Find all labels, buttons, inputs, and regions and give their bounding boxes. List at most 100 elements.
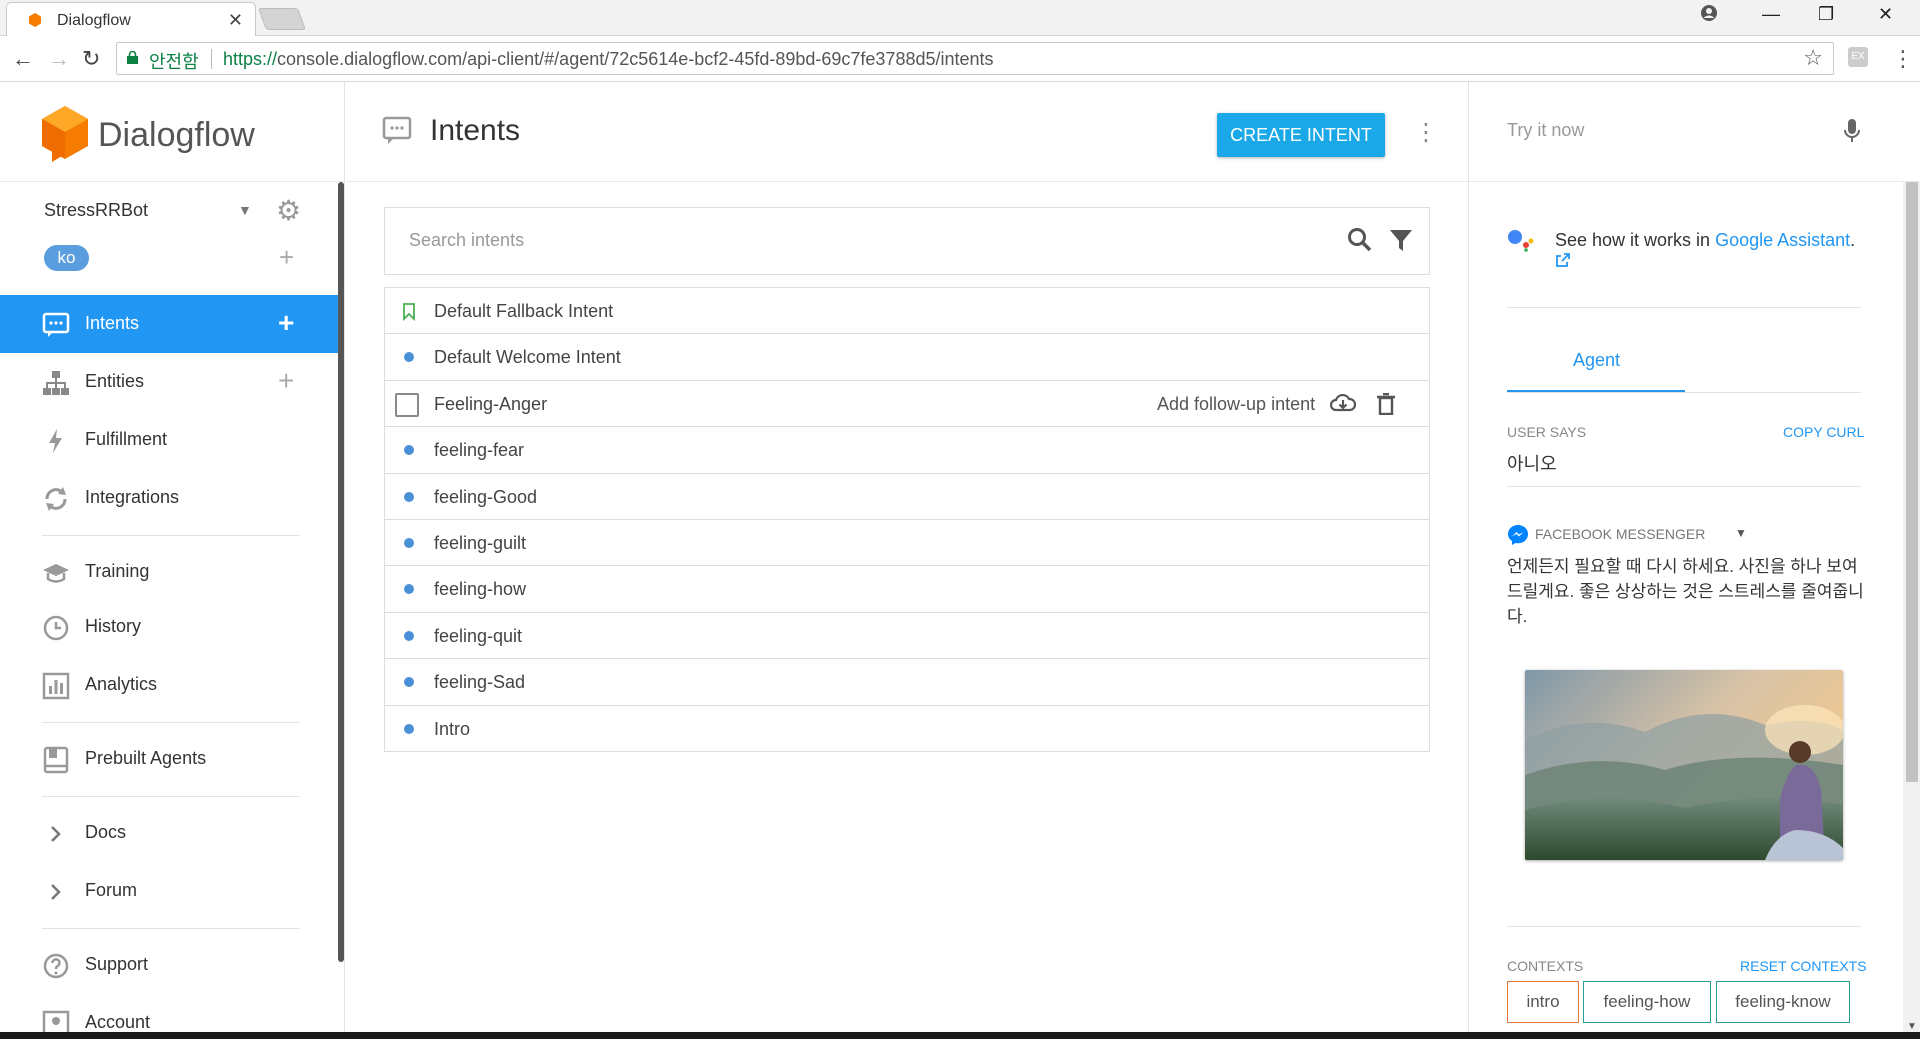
minimize-icon[interactable]: — (1762, 4, 1780, 25)
search-input[interactable] (409, 230, 1309, 251)
scrollbar-thumb[interactable] (1906, 182, 1918, 782)
scroll-down-icon[interactable]: ▼ (1907, 1021, 1917, 1032)
intent-row[interactable]: Intro (385, 705, 1429, 752)
brand-name: Dialogflow (98, 116, 255, 154)
more-options-icon[interactable]: ⋮ (1414, 118, 1438, 147)
agent-dropdown-icon[interactable]: ▼ (238, 202, 252, 218)
new-tab-button[interactable] (257, 8, 307, 30)
sidebar-scrollbar[interactable] (338, 182, 344, 962)
bookmark-star-icon[interactable]: ☆ (1803, 45, 1823, 71)
browser-menu-icon[interactable]: ⋮ (1892, 46, 1914, 72)
sidebar-item-label: Prebuilt Agents (85, 748, 207, 768)
intent-dot (404, 630, 414, 641)
try-it-input[interactable] (1507, 120, 1807, 141)
tab-title: Dialogflow (57, 12, 131, 29)
external-link-icon[interactable] (1555, 252, 1571, 273)
sidebar-item-label: Training (85, 561, 150, 581)
intent-row[interactable]: Default Fallback Intent (385, 288, 1429, 335)
context-chip[interactable]: intro (1507, 981, 1579, 1023)
intent-row[interactable]: feeling-Good (385, 473, 1429, 520)
sidebar-item-account[interactable]: Account (0, 994, 338, 1032)
google-assistant-promo: See how it works in Google Assistant. (1555, 228, 1865, 252)
context-chip[interactable]: feeling-know (1716, 981, 1850, 1023)
lock-icon (127, 51, 138, 64)
user-says-value: 아니오 (1507, 454, 1557, 474)
sidebar-item-entities[interactable]: Entities + (0, 353, 338, 411)
sidebar-item-intents[interactable]: Intents + (0, 295, 338, 353)
intent-checkbox[interactable] (395, 392, 419, 417)
agent-name[interactable]: StressRRBot (44, 200, 148, 221)
intent-row[interactable]: feeling-guilt (385, 519, 1429, 567)
back-icon[interactable]: ← (12, 46, 34, 72)
copy-curl-link[interactable]: COPY CURL (1783, 424, 1864, 440)
add-language-icon[interactable]: + (279, 242, 294, 273)
intent-row[interactable]: feeling-how (385, 566, 1429, 613)
restore-icon[interactable]: ❐ (1818, 4, 1834, 25)
add-intent-icon[interactable]: + (278, 307, 294, 339)
intent-name[interactable]: feeling-Good (434, 487, 537, 508)
intent-row[interactable]: Feeling-Anger Add follow-up intent (385, 380, 1429, 428)
intent-dot (404, 537, 414, 548)
sidebar-item-prebuilt-agents[interactable]: Prebuilt Agents (0, 730, 338, 788)
close-tab-icon[interactable]: ✕ (228, 10, 243, 31)
chat-icon (42, 312, 70, 337)
intent-row[interactable]: feeling-fear (385, 427, 1429, 474)
gear-icon[interactable]: ⚙ (276, 194, 301, 227)
response-image (1525, 670, 1843, 860)
browser-tab[interactable]: Dialogflow ✕ (6, 2, 256, 37)
sidebar-item-docs[interactable]: Docs (0, 804, 338, 862)
intent-row[interactable]: Default Welcome Intent (385, 334, 1429, 381)
google-assistant-link[interactable]: Google Assistant (1715, 230, 1850, 250)
add-entity-icon[interactable]: + (278, 365, 294, 397)
intent-name[interactable]: feeling-how (434, 579, 526, 600)
filter-icon[interactable] (1389, 229, 1413, 253)
microphone-icon[interactable] (1843, 118, 1861, 144)
extension-icon[interactable]: EX (1848, 47, 1868, 67)
url-separator (211, 49, 212, 69)
response-text: 언제든지 필요할 때 다시 하세요. 사진을 하나 보여드릴게요. 좋은 상상하… (1507, 557, 1864, 626)
reload-icon[interactable]: ↻ (82, 46, 100, 72)
intent-row[interactable]: feeling-Sad (385, 659, 1429, 706)
intent-name[interactable]: Default Welcome Intent (434, 347, 621, 368)
panel-scrollbar[interactable]: ▼ (1903, 182, 1920, 1032)
context-chip[interactable]: feeling-how (1583, 981, 1711, 1023)
reset-contexts-link[interactable]: RESET CONTEXTS (1740, 958, 1867, 974)
bar-chart-icon (42, 672, 70, 700)
dialogflow-favicon-icon (29, 13, 41, 27)
intent-name[interactable]: feeling-fear (434, 440, 524, 461)
intents-chat-icon (382, 116, 412, 144)
intent-row[interactable]: feeling-quit (385, 612, 1429, 660)
sidebar-item-forum[interactable]: Forum (0, 862, 338, 920)
intent-name[interactable]: feeling-Sad (434, 672, 525, 693)
intent-dot (404, 677, 414, 688)
intent-name[interactable]: Default Fallback Intent (434, 301, 613, 322)
create-intent-button[interactable]: CREATE INTENT (1217, 113, 1385, 157)
intent-name[interactable]: Intro (434, 719, 470, 740)
sidebar-item-history[interactable]: History (0, 598, 338, 656)
intent-name[interactable]: feeling-quit (434, 626, 522, 647)
sidebar-item-fulfillment[interactable]: Fulfillment (0, 411, 338, 469)
sidebar-item-label: Support (85, 954, 149, 974)
forward-icon[interactable]: → (48, 46, 70, 72)
profile-icon[interactable] (1700, 4, 1718, 27)
cloud-download-icon[interactable] (1330, 392, 1356, 414)
sidebar-item-integrations[interactable]: Integrations (0, 469, 338, 527)
tab-agent[interactable]: Agent (1573, 350, 1620, 371)
sidebar-item-training[interactable]: Training (0, 543, 338, 601)
sidebar-item-analytics[interactable]: Analytics (0, 656, 338, 714)
contexts-label: CONTEXTS (1507, 958, 1584, 974)
url-bar[interactable]: 안전함 https://console.dialogflow.com/api-c… (116, 42, 1834, 75)
platform-dropdown-icon[interactable]: ▼ (1735, 526, 1747, 540)
intent-dot (404, 352, 414, 363)
intent-name[interactable]: feeling-guilt (434, 533, 526, 554)
trash-icon[interactable] (1376, 392, 1396, 415)
intent-dot (404, 445, 414, 456)
intent-name[interactable]: Feeling-Anger (434, 394, 547, 415)
bookmark-icon (403, 303, 415, 321)
language-badge[interactable]: ko (44, 245, 89, 271)
add-followup-intent-link[interactable]: Add follow-up intent (1157, 394, 1315, 415)
search-icon[interactable] (1347, 227, 1373, 253)
sidebar-item-support[interactable]: Support (0, 936, 338, 994)
page-title: Intents (430, 114, 521, 147)
close-window-icon[interactable]: ✕ (1878, 4, 1893, 25)
